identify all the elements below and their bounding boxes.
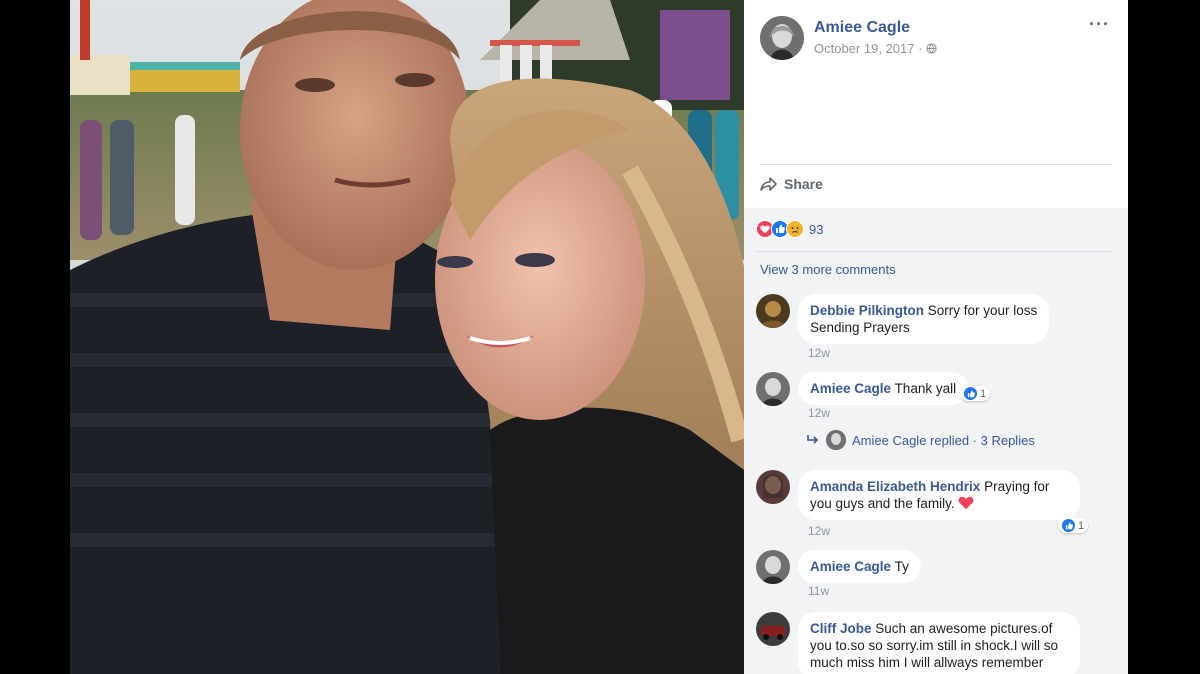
comment-text: much miss him I will allways remember <box>810 655 1044 670</box>
avatar-icon <box>756 550 790 584</box>
share-label: Share <box>784 176 823 192</box>
commenter-name[interactable]: Amiee Cagle <box>810 559 891 574</box>
comments-section: 93 View 3 more comments Debbie Pilkingto… <box>744 208 1128 674</box>
view-replies-link[interactable]: Amiee Cagle replied · 3 Replies <box>806 430 1035 450</box>
comment-text: Thank yall <box>894 381 957 396</box>
comment-time[interactable]: 11w <box>808 584 829 598</box>
comment-like-badge[interactable]: 1 <box>1058 518 1089 533</box>
post-header: Amiee Cagle October 19, 2017 · ··· Share <box>744 0 1128 208</box>
header-divider <box>760 164 1112 165</box>
comment-time[interactable]: 12w <box>808 346 830 360</box>
sad-reaction-icon <box>786 220 804 238</box>
post-date-text: October 19, 2017 · <box>814 41 923 56</box>
post-photo[interactable] <box>70 0 744 674</box>
commenter-avatar[interactable] <box>756 612 790 646</box>
replier-avatar <box>826 430 846 450</box>
comment-text: Sorry for your loss <box>927 303 1038 318</box>
comment-text: you guys and the family. <box>810 496 955 511</box>
like-icon <box>1062 519 1075 532</box>
comment-time[interactable]: 12w <box>808 406 830 420</box>
comment-like-count: 1 <box>980 387 987 400</box>
author-avatar[interactable] <box>760 16 804 60</box>
comment-bubble: Cliff Jobe Such an awesome pictures.of y… <box>798 612 1080 674</box>
reaction-count: 93 <box>809 221 824 237</box>
globe-icon <box>926 43 938 54</box>
reactions-summary[interactable]: 93 <box>756 220 823 238</box>
comment-like-count: 1 <box>1078 519 1085 532</box>
comment-time[interactable]: 12w <box>808 524 830 538</box>
comment-text: Ty <box>894 559 909 574</box>
post-sidebar: Amiee Cagle October 19, 2017 · ··· Share <box>744 0 1128 674</box>
avatar-icon <box>756 612 790 646</box>
like-icon <box>964 387 977 400</box>
heart-emoji-icon <box>958 496 974 510</box>
post-author-name[interactable]: Amiee Cagle <box>814 19 910 37</box>
commenter-name[interactable]: Debbie Pilkington <box>810 303 924 318</box>
share-button[interactable]: Share <box>760 176 823 192</box>
reactions-divider <box>756 251 1112 252</box>
comment-text: Such an awesome pictures.of <box>875 621 1053 636</box>
comment-bubble: Debbie Pilkington Sorry for your loss Se… <box>798 294 1050 344</box>
commenter-avatar[interactable] <box>756 470 790 504</box>
reply-arrow-icon <box>807 435 819 444</box>
comment-bubble: Amanda Elizabeth Hendrix Praying for you… <box>798 470 1080 520</box>
commenter-avatar[interactable] <box>756 550 790 584</box>
comment-item: Amiee Cagle Thank yall 1 12w Amiee Cagle… <box>756 372 1112 462</box>
commenter-name[interactable]: Amanda Elizabeth Hendrix <box>810 479 980 494</box>
view-more-comments-link[interactable]: View 3 more comments <box>760 262 896 277</box>
comment-item: Cliff Jobe Such an awesome pictures.of y… <box>756 612 1112 674</box>
more-options-button[interactable]: ··· <box>1089 14 1110 35</box>
comment-bubble: Amiee Cagle Ty <box>798 550 921 583</box>
commenter-name[interactable]: Cliff Jobe <box>810 621 872 636</box>
comment-item: Amiee Cagle Ty 11w <box>756 550 1112 602</box>
selfie-photo <box>70 0 744 674</box>
comment-item: Amanda Elizabeth Hendrix Praying for you… <box>756 470 1112 540</box>
comment-text: Praying for <box>984 479 1050 494</box>
post-date[interactable]: October 19, 2017 · <box>814 41 938 56</box>
comment-bubble: Amiee Cagle Thank yall <box>798 372 969 405</box>
avatar-icon <box>756 372 790 406</box>
comment-text: Sending Prayers <box>810 320 910 335</box>
comment-text: you to.so so sorry.im still in shock.I w… <box>810 638 1059 653</box>
commenter-avatar[interactable] <box>756 294 790 328</box>
avatar-icon <box>760 16 804 60</box>
commenter-name[interactable]: Amiee Cagle <box>810 381 891 396</box>
commenter-avatar[interactable] <box>756 372 790 406</box>
comment-item: Debbie Pilkington Sorry for your loss Se… <box>756 294 1112 364</box>
share-arrow-icon <box>760 177 777 191</box>
replies-label: Amiee Cagle replied · 3 Replies <box>852 432 1035 448</box>
avatar-icon <box>756 294 790 328</box>
comment-like-badge[interactable]: 1 <box>960 386 991 401</box>
avatar-icon <box>756 470 790 504</box>
